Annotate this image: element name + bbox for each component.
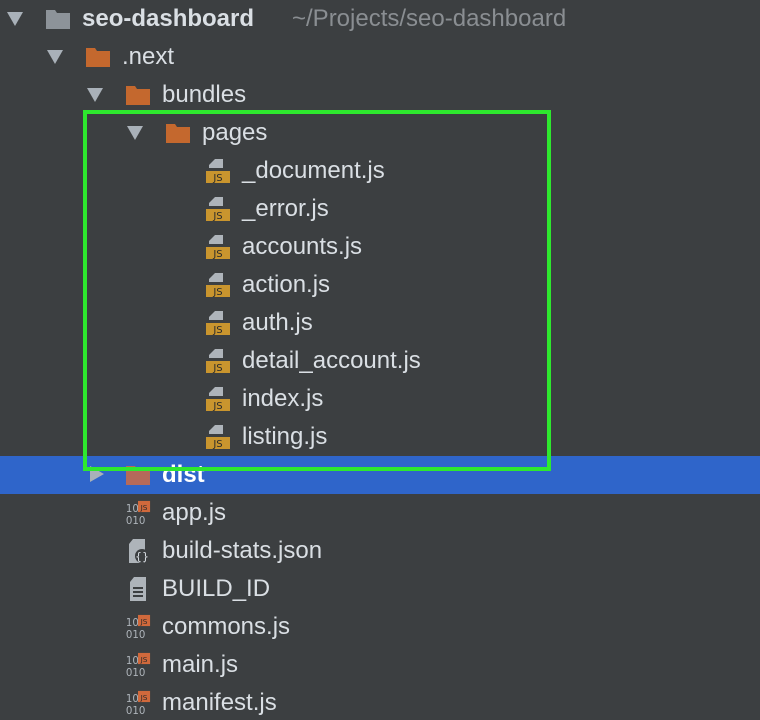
tree-row-file[interactable]: JS listing.js (0, 418, 760, 456)
project-name: seo-dashboard (82, 5, 255, 32)
svg-text:JS: JS (212, 173, 222, 184)
tree-row-file[interactable]: BUILD_ID (0, 570, 760, 608)
svg-text:JS: JS (212, 401, 222, 412)
svg-text:10: 10 (126, 618, 139, 629)
expand-arrow-icon[interactable] (127, 126, 143, 140)
javascript-file-icon: JS (206, 273, 230, 298)
svg-text:010: 010 (126, 668, 145, 678)
svg-text:JS: JS (140, 503, 148, 512)
tree-row-project-root[interactable]: seo-dashboard ~/Projects/seo-dashboard (0, 0, 760, 38)
javascript-file-icon: JS (206, 425, 230, 450)
javascript-file-icon: JS (206, 387, 230, 412)
tree-row-file[interactable]: JS action.js (0, 266, 760, 304)
tree-label: dist (162, 461, 205, 488)
javascript-file-icon: JS (206, 349, 230, 374)
svg-text:010: 010 (126, 516, 145, 526)
project-file-tree: seo-dashboard ~/Projects/seo-dashboard .… (0, 0, 760, 720)
tree-label: .next (122, 43, 175, 70)
tree-row-pages[interactable]: pages (0, 114, 760, 152)
project-folder-icon (46, 10, 70, 29)
tree-row-file[interactable]: {} build-stats.json (0, 532, 760, 570)
folder-icon (86, 48, 110, 67)
json-file-icon: {} (129, 539, 149, 563)
javascript-file-icon: JS (206, 197, 230, 222)
tree-row-file[interactable]: 10 010 JS commons.js (0, 608, 760, 646)
tree-row-file[interactable]: JS _error.js (0, 190, 760, 228)
tree-row-next[interactable]: .next (0, 38, 760, 76)
tree-label: build-stats.json (162, 537, 323, 564)
javascript-binary-file-icon: 10 010 JS (126, 614, 151, 640)
svg-text:JS: JS (212, 211, 222, 222)
tree-row-file[interactable]: JS index.js (0, 380, 760, 418)
tree-label: main.js (162, 651, 239, 678)
tree-label: accounts.js (242, 233, 363, 260)
svg-text:{}: {} (135, 550, 149, 563)
javascript-binary-file-icon: 10 010 JS (126, 690, 151, 716)
svg-text:JS: JS (140, 655, 148, 664)
project-path: ~/Projects/seo-dashboard (292, 5, 567, 32)
svg-text:JS: JS (212, 325, 222, 336)
tree-label: listing.js (242, 423, 328, 450)
svg-text:010: 010 (126, 630, 145, 640)
collapse-arrow-icon[interactable] (90, 466, 104, 482)
svg-text:10: 10 (126, 504, 139, 515)
tree-label: commons.js (162, 613, 291, 640)
tree-row-bundles[interactable]: bundles (0, 76, 760, 114)
expand-arrow-icon[interactable] (87, 88, 103, 102)
tree-row-file[interactable]: 10 010 JS main.js (0, 646, 760, 684)
javascript-file-icon: JS (206, 235, 230, 260)
svg-text:10: 10 (126, 694, 139, 705)
tree-row-file[interactable]: JS auth.js (0, 304, 760, 342)
tree-label: pages (202, 119, 268, 146)
javascript-file-icon: JS (206, 311, 230, 336)
expand-arrow-icon[interactable] (47, 50, 63, 64)
tree-label: detail_account.js (242, 347, 421, 374)
text-file-icon (130, 577, 146, 601)
expand-arrow-icon[interactable] (7, 12, 23, 26)
tree-row-file[interactable]: JS accounts.js (0, 228, 760, 266)
tree-label: _document.js (242, 157, 385, 184)
tree-row-file[interactable]: JS detail_account.js (0, 342, 760, 380)
tree-label: auth.js (242, 309, 313, 336)
tree-row-dist[interactable]: dist (0, 456, 760, 494)
tree-label: app.js (162, 499, 227, 526)
svg-text:JS: JS (212, 363, 222, 374)
svg-text:JS: JS (212, 439, 222, 450)
tree-row-file[interactable]: 10 010 JS app.js (0, 494, 760, 532)
folder-icon (126, 86, 150, 105)
tree-label: BUILD_ID (162, 575, 271, 602)
tree-label: action.js (242, 271, 331, 298)
folder-icon (126, 466, 150, 485)
tree-label: bundles (162, 81, 247, 108)
javascript-binary-file-icon: 10 010 JS (126, 652, 151, 678)
svg-text:JS: JS (212, 287, 222, 298)
folder-icon (166, 124, 190, 143)
javascript-file-icon: JS (206, 159, 230, 184)
tree-label: manifest.js (162, 689, 277, 716)
tree-label: index.js (242, 385, 324, 412)
svg-text:010: 010 (126, 706, 145, 716)
svg-text:JS: JS (140, 617, 148, 626)
tree-row-file[interactable]: 10 010 JS manifest.js (0, 684, 760, 720)
svg-text:JS: JS (212, 249, 222, 260)
javascript-binary-file-icon: 10 010 JS (126, 500, 151, 526)
svg-text:JS: JS (140, 693, 148, 702)
tree-row-file[interactable]: JS _document.js (0, 152, 760, 190)
svg-text:10: 10 (126, 656, 139, 667)
tree-label: _error.js (242, 195, 329, 222)
